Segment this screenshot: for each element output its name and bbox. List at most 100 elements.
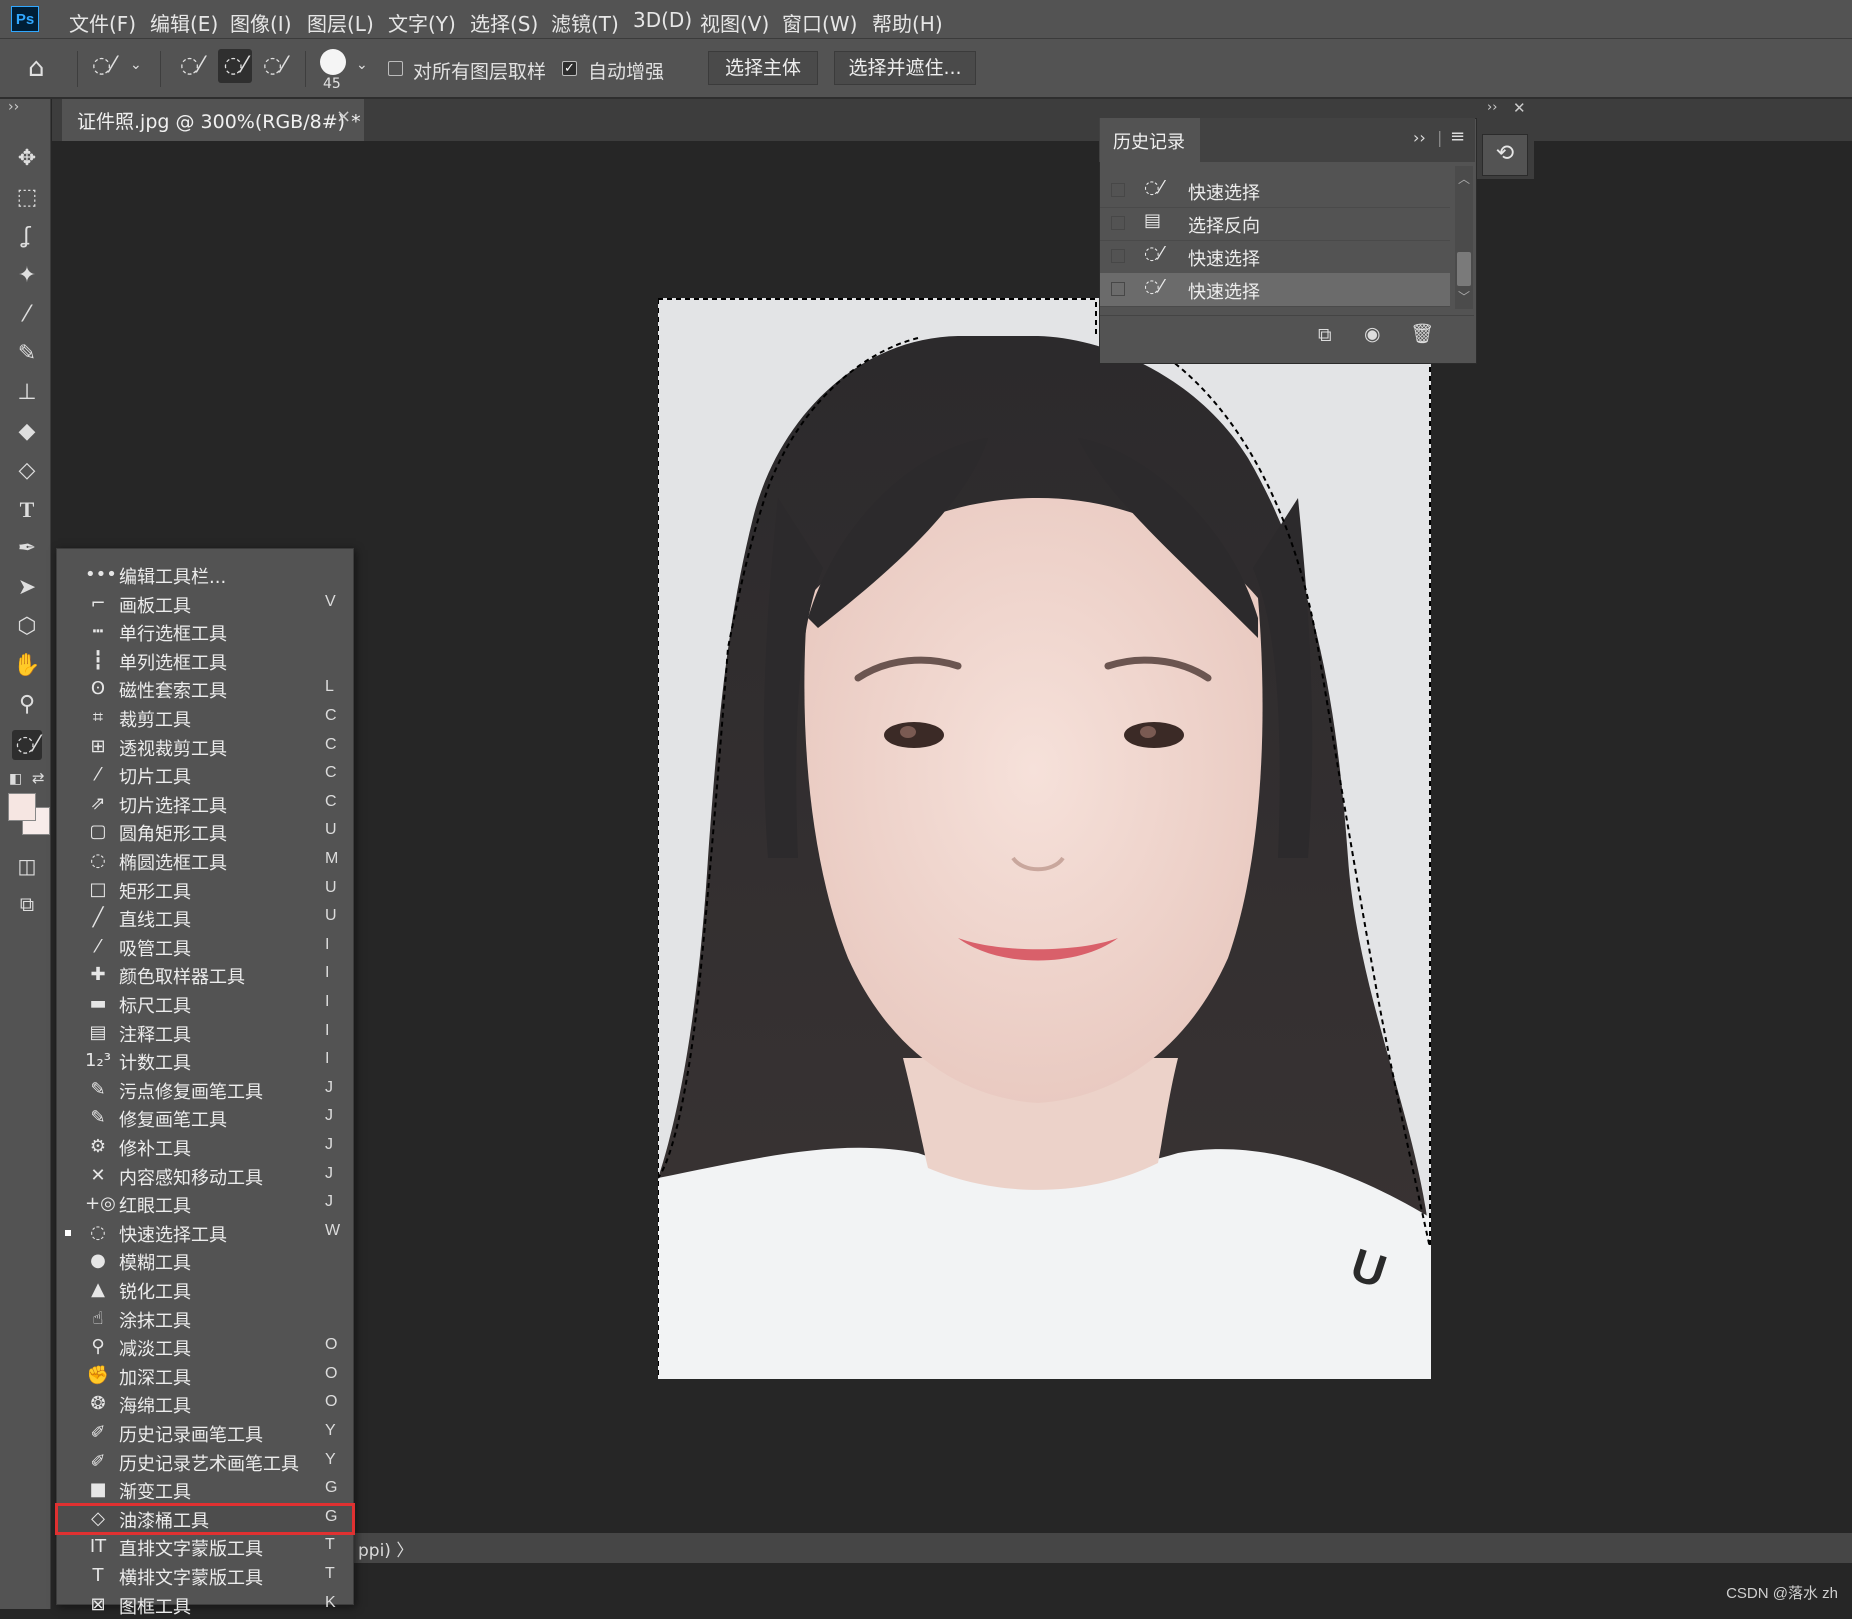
new-document-from-state-icon[interactable]: ⧉: [1318, 324, 1332, 346]
canvas-image[interactable]: U: [658, 298, 1431, 1379]
brush-tool-icon[interactable]: ✎: [12, 339, 42, 369]
flyout-item-line[interactable]: ╱ 直线工具 U: [57, 904, 353, 932]
flyout-item-dodge[interactable]: ⚲ 减淡工具 O: [57, 1333, 353, 1361]
collapse-dock-icon[interactable]: ››: [1487, 100, 1497, 115]
default-colors-icon[interactable]: ◧: [9, 771, 22, 787]
quick-selection-tool-icon[interactable]: ◌⁄: [12, 730, 42, 760]
polygon-tool-icon[interactable]: ⬡: [12, 612, 42, 642]
menu-filter[interactable]: 滤镜(T): [551, 8, 619, 37]
flyout-item-slice[interactable]: ⁄ 切片工具 C: [57, 761, 353, 789]
subtract-from-selection-icon[interactable]: ◌⁄: [263, 53, 286, 78]
flyout-item-elliptical-marquee[interactable]: ◌ 椭圆选框工具 M: [57, 847, 353, 875]
eyedropper-tool-icon[interactable]: ⁄: [12, 300, 42, 330]
quick-mask-icon[interactable]: ◫: [12, 851, 42, 881]
type-tool-icon[interactable]: T: [12, 495, 42, 525]
flyout-item-single-column-marquee[interactable]: ┇ 单列选框工具: [57, 647, 353, 675]
history-brush-source-checkbox[interactable]: [1111, 216, 1125, 230]
flyout-item-note[interactable]: ▤ 注释工具 I: [57, 1019, 353, 1047]
lasso-tool-icon[interactable]: ʆ: [12, 222, 42, 252]
add-to-selection-icon[interactable]: ◌⁄: [218, 49, 252, 83]
flyout-item-magnetic-lasso[interactable]: ʘ 磁性套索工具 L: [57, 675, 353, 703]
move-tool-icon[interactable]: ✥: [12, 144, 42, 174]
brush-preview-icon[interactable]: [320, 49, 346, 75]
flyout-item-frame[interactable]: ⊠ 图框工具 K: [57, 1591, 353, 1619]
flyout-item-ruler[interactable]: ▬ 标尺工具 I: [57, 990, 353, 1018]
history-state-row[interactable]: ▤ 选择反向: [1100, 207, 1450, 241]
new-selection-icon[interactable]: ◌⁄: [180, 53, 203, 78]
menu-help[interactable]: 帮助(H): [872, 8, 943, 37]
flyout-item-artboard[interactable]: ⌐ 画板工具 V: [57, 590, 353, 618]
select-subject-button[interactable]: 选择主体: [708, 51, 818, 85]
flyout-item-sponge[interactable]: ❂ 海绵工具 O: [57, 1390, 353, 1418]
flyout-item-color-sampler[interactable]: ✚ 颜色取样器工具 I: [57, 961, 353, 989]
flyout-item-smudge[interactable]: ☝ 涂抹工具: [57, 1305, 353, 1333]
zoom-tool-icon[interactable]: ⚲: [12, 690, 42, 720]
menu-select[interactable]: 选择(S): [470, 8, 538, 37]
photoshop-logo-icon[interactable]: Ps: [11, 6, 39, 32]
eraser-tool-icon[interactable]: ◆: [12, 417, 42, 447]
scroll-down-icon[interactable]: ﹀: [1458, 288, 1470, 305]
history-scrollbar-thumb[interactable]: [1457, 252, 1471, 286]
flyout-item-rectangle[interactable]: □ 矩形工具 U: [57, 876, 353, 904]
flyout-item-spot-healing[interactable]: ✎ 污点修复画笔工具 J: [57, 1076, 353, 1104]
menu-layer[interactable]: 图层(L): [307, 8, 374, 37]
flyout-item-blur[interactable]: ● 模糊工具: [57, 1247, 353, 1275]
flyout-item-horizontal-type-mask[interactable]: T 横排文字蒙版工具 T: [57, 1562, 353, 1590]
history-panel-title[interactable]: 历史记录: [1113, 128, 1185, 154]
menu-3d[interactable]: 3D(D): [633, 8, 692, 32]
magic-wand-tool-icon[interactable]: ✦: [12, 261, 42, 291]
hand-tool-icon[interactable]: ✋: [12, 651, 42, 681]
flyout-item-burn[interactable]: ✊ 加深工具 O: [57, 1362, 353, 1390]
close-icon[interactable]: ✕: [1513, 99, 1526, 117]
foreground-color-swatch[interactable]: [8, 793, 36, 821]
expand-icon[interactable]: ››: [8, 99, 19, 115]
flyout-item-perspective-crop[interactable]: ⊞ 透视裁剪工具 C: [57, 733, 353, 761]
history-state-row[interactable]: ◌⁄ 快速选择: [1100, 174, 1450, 208]
flyout-item-more-dots[interactable]: ••• 编辑工具栏...: [57, 561, 353, 589]
tool-preset-icon[interactable]: ◌⁄: [92, 53, 115, 78]
history-state-row[interactable]: ◌⁄ 快速选择: [1100, 240, 1450, 274]
panel-menu-icon[interactable]: ≡: [1450, 126, 1465, 147]
flyout-item-art-history-brush[interactable]: ✐ 历史记录艺术画笔工具 Y: [57, 1448, 353, 1476]
menu-view[interactable]: 视图(V): [700, 8, 769, 37]
auto-enhance-checkbox[interactable]: ✓: [562, 61, 577, 76]
marquee-tool-icon[interactable]: ⬚: [12, 183, 42, 213]
flyout-item-rounded-rectangle[interactable]: ▢ 圆角矩形工具 U: [57, 818, 353, 846]
screen-mode-icon[interactable]: ⧉: [12, 889, 42, 919]
menu-type[interactable]: 文字(Y): [388, 8, 456, 37]
flyout-item-slice-select[interactable]: ⇗ 切片选择工具 C: [57, 790, 353, 818]
menu-window[interactable]: 窗口(W): [782, 8, 857, 37]
stamp-tool-icon[interactable]: ⊥: [12, 378, 42, 408]
flyout-item-patch[interactable]: ⚙ 修补工具 J: [57, 1133, 353, 1161]
history-brush-source-checkbox[interactable]: [1111, 249, 1125, 263]
chevron-down-icon[interactable]: ⌄: [130, 57, 142, 73]
path-select-tool-icon[interactable]: ➤: [12, 573, 42, 603]
flyout-item-content-aware-move[interactable]: ✕ 内容感知移动工具 J: [57, 1162, 353, 1190]
flyout-item-history-brush[interactable]: ✐ 历史记录画笔工具 Y: [57, 1419, 353, 1447]
flyout-item-paint-bucket[interactable]: ◇ 油漆桶工具 G: [55, 1502, 355, 1535]
camera-icon[interactable]: ◉: [1364, 323, 1381, 345]
flyout-item-sharpen[interactable]: ▲ 锐化工具: [57, 1276, 353, 1304]
close-icon[interactable]: ×: [336, 106, 351, 127]
flyout-item-vertical-type-mask[interactable]: IT 直排文字蒙版工具 T: [57, 1533, 353, 1561]
chevron-down-icon[interactable]: ⌄: [356, 57, 368, 73]
flyout-item-gradient[interactable]: ■ 渐变工具 G: [57, 1476, 353, 1504]
history-panel-icon[interactable]: ⟲: [1482, 134, 1528, 176]
scroll-up-icon[interactable]: ︿: [1458, 170, 1470, 187]
history-brush-source-checkbox[interactable]: [1111, 282, 1125, 296]
flyout-item-eyedropper[interactable]: ⁄ 吸管工具 I: [57, 933, 353, 961]
flyout-item-red-eye[interactable]: +◎ 红眼工具 J: [57, 1190, 353, 1218]
history-brush-source-checkbox[interactable]: [1111, 183, 1125, 197]
paint-bucket-tool-icon[interactable]: ◇: [12, 456, 42, 486]
sample-all-layers-checkbox[interactable]: [388, 61, 403, 76]
flyout-item-single-row-marquee[interactable]: ┅ 单行选框工具: [57, 618, 353, 646]
history-state-row[interactable]: ◌⁄ 快速选择: [1100, 273, 1450, 307]
menu-edit[interactable]: 编辑(E): [150, 8, 218, 37]
flyout-item-healing-brush[interactable]: ✎ 修复画笔工具 J: [57, 1104, 353, 1132]
document-tab-title[interactable]: 证件照.jpg @ 300%(RGB/8#) *: [77, 107, 361, 134]
trash-icon[interactable]: 🗑: [1410, 322, 1434, 345]
expand-panel-icon[interactable]: ››: [1413, 128, 1426, 147]
flyout-item-crop[interactable]: ⌗ 裁剪工具 C: [57, 704, 353, 732]
swap-colors-icon[interactable]: ⇄: [32, 769, 45, 787]
menu-image[interactable]: 图像(I): [230, 8, 292, 37]
